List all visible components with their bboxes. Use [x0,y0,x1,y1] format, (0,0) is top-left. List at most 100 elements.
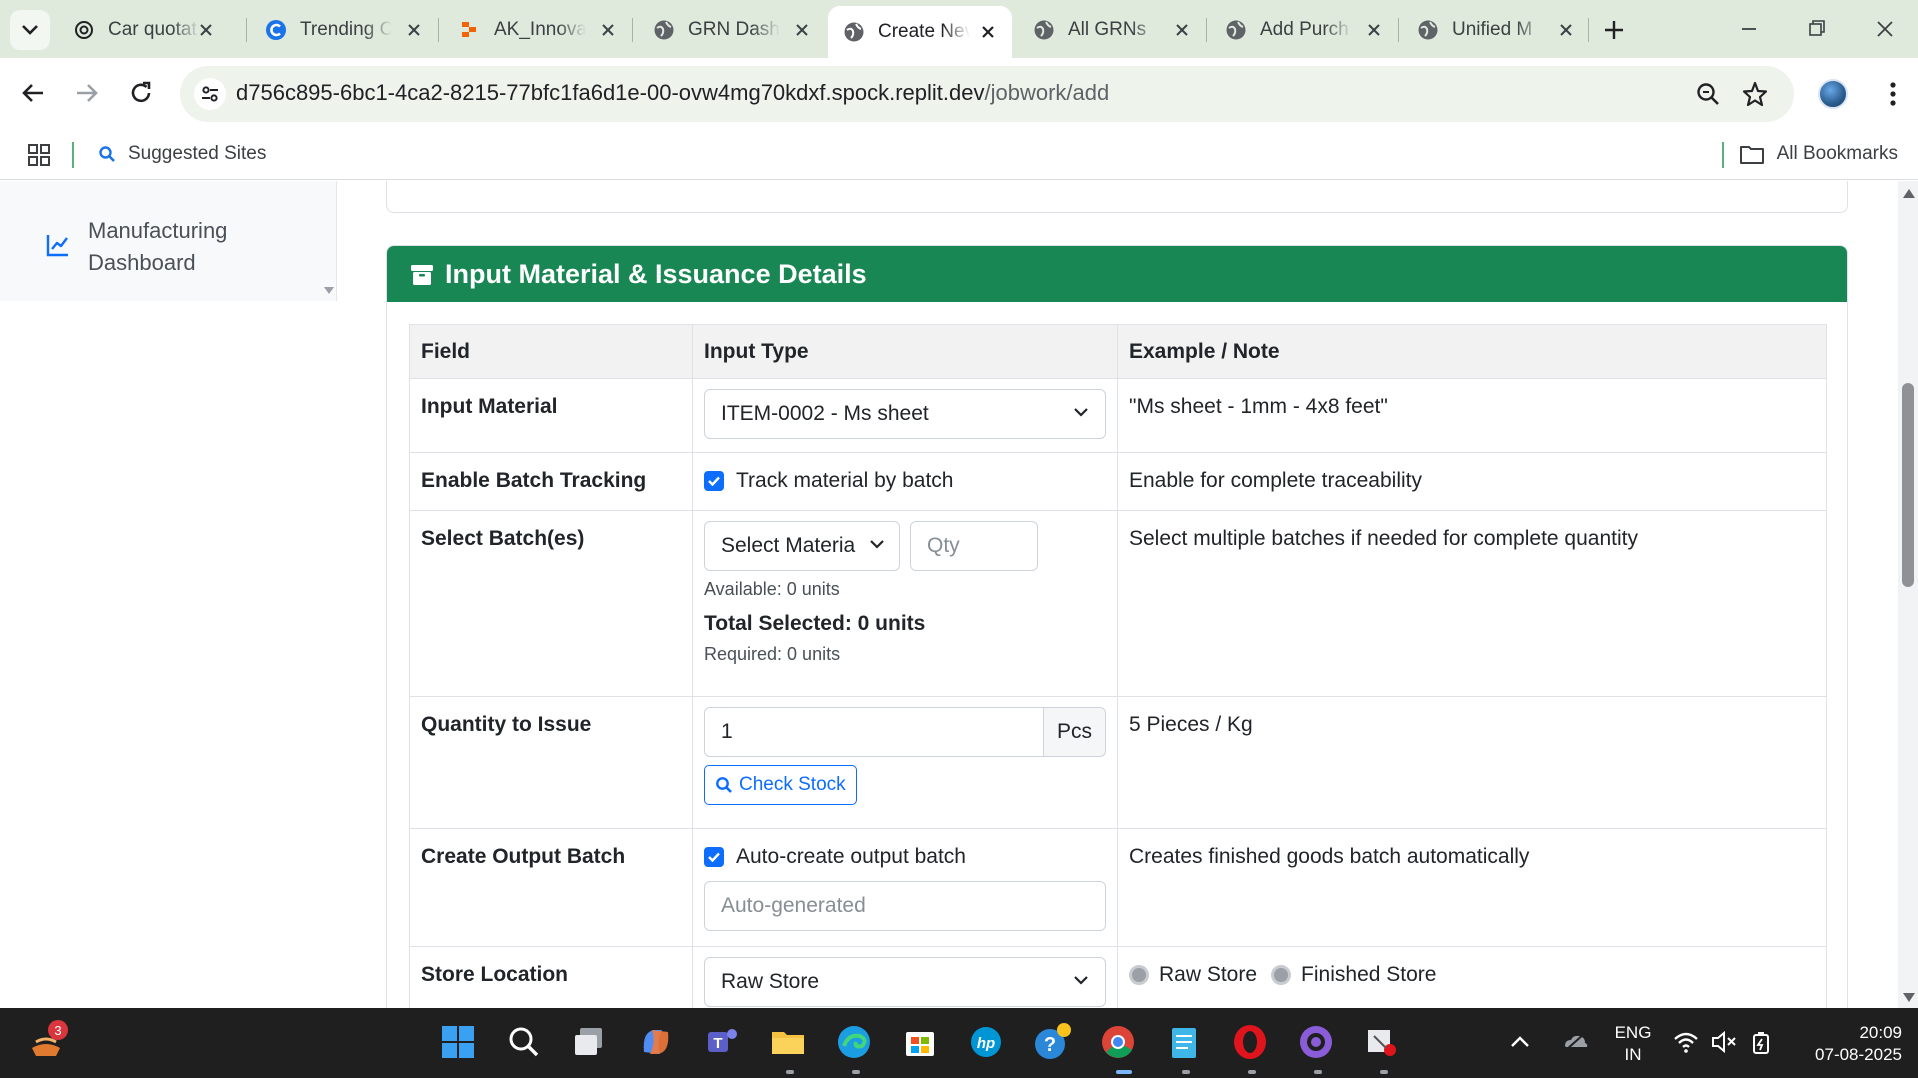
output-batch-checkbox[interactable] [704,847,724,867]
opera-icon[interactable] [1230,1022,1270,1062]
language-indicator[interactable]: ENG IN [1608,1022,1658,1066]
windows-start-icon[interactable] [438,1022,478,1062]
browser-tab[interactable]: GRN Dashb [640,8,826,52]
batch-material-select[interactable]: Select Materia [704,521,900,571]
quantity-input[interactable]: 1 [704,707,1044,757]
sidebar-item-manufacturing-dashboard[interactable]: Manufacturing Dashboard [46,215,268,279]
close-window-icon[interactable] [1870,14,1900,44]
close-icon[interactable] [978,22,998,42]
reload-icon[interactable] [124,76,158,110]
chevron-up-icon[interactable] [1506,1028,1534,1056]
table-row: Enable Batch Tracking Track material by … [409,452,1827,511]
field-note: Creates finished goods batch automatical… [1117,828,1827,947]
search-icon [99,146,115,162]
bookmark-star-icon[interactable] [1740,79,1770,109]
wifi-icon[interactable] [1672,1028,1700,1056]
notification-badge: 3 [48,1020,68,1040]
check-stock-button[interactable]: Check Stock [704,765,857,805]
browser-tab[interactable]: Car quotat [60,8,230,52]
url-path: /jobwork/add [984,80,1110,105]
chrome-icon[interactable] [1098,1022,1138,1062]
chevron-down-icon [22,25,38,35]
browser-toolbar: d756c895-6bc1-4ca2-8215-77bfc1fa6d1e-00-… [0,58,1918,130]
available-units-text: Available: 0 units [704,579,840,599]
minimize-icon[interactable] [1734,14,1764,44]
help-icon[interactable]: ? [1032,1022,1072,1062]
close-icon[interactable] [1364,20,1384,40]
close-icon[interactable] [1172,20,1192,40]
scroll-up-arrow-icon[interactable] [1903,189,1915,198]
checkbox-label: Track material by batch [736,469,954,492]
url-text[interactable]: d756c895-6bc1-4ca2-8215-77bfc1fa6d1e-00-… [236,80,1109,106]
teams-icon[interactable]: T [702,1022,742,1062]
apps-grid-icon[interactable] [26,142,52,168]
input-material-select[interactable]: ITEM-0002 - Ms sheet [704,389,1106,439]
restore-icon[interactable] [1802,14,1832,44]
page-scrollbar[interactable] [1898,181,1918,1008]
field-name: Create Output Batch [409,828,693,947]
search-icon[interactable] [504,1022,544,1062]
browser-tab[interactable]: Trending C [252,8,438,52]
folder-icon [1739,146,1764,164]
new-tab-plus-icon[interactable] [1598,14,1630,46]
tab-label: GRN Dashb [688,19,780,40]
zoom-icon[interactable] [1694,80,1722,108]
globe-icon [652,18,676,42]
browser-tab[interactable]: Unified M [1404,8,1590,52]
snipping-tool-icon[interactable] [1362,1022,1402,1062]
file-explorer-icon[interactable] [768,1022,808,1062]
forward-arrow-icon[interactable] [70,76,104,110]
profile-avatar[interactable] [1818,79,1848,109]
address-bar[interactable]: d756c895-6bc1-4ca2-8215-77bfc1fa6d1e-00-… [180,66,1794,122]
table-row: Input Material ITEM-0002 - Ms sheet "Ms … [409,378,1827,453]
batch-qty-input[interactable]: Qty [910,521,1038,571]
close-icon[interactable] [404,20,424,40]
table-row: Create Output Batch Auto-create output b… [409,828,1827,947]
batch-tracking-checkbox[interactable] [704,471,724,491]
back-arrow-icon[interactable] [16,76,50,110]
output-batch-checkbox-row[interactable]: Auto-create output batch [704,845,1106,869]
scroll-down-arrow-icon[interactable] [1903,993,1915,1002]
hp-icon[interactable]: hp [966,1022,1006,1062]
sidebar-scroll-arrow-icon[interactable] [324,287,334,294]
field-name: Store Location [409,946,693,1008]
globe-icon [1224,18,1248,42]
close-icon[interactable] [598,20,618,40]
more-menu-icon[interactable] [1878,78,1908,110]
total-selected-text: Total Selected: 0 units [704,612,926,635]
close-icon[interactable] [792,20,812,40]
clock[interactable]: 20:09 07-08-2025 [1786,1022,1902,1066]
close-icon[interactable] [196,20,216,40]
browser-tab[interactable]: AK_Innova [446,8,632,52]
checkmark-icon [708,852,720,863]
edge-browser-icon[interactable] [834,1022,874,1062]
browser-tab[interactable]: Add Purch [1212,8,1398,52]
ms-store-icon[interactable] [900,1022,940,1062]
onedrive-icon[interactable] [1560,1026,1590,1056]
browser-tab-active[interactable]: Create Nev [828,6,1012,58]
scrollbar-thumb[interactable] [1902,383,1914,587]
field-name: Select Batch(es) [409,510,693,697]
browser-tab[interactable]: All GRNs [1020,8,1206,52]
notepad-icon[interactable] [1164,1022,1204,1062]
site-info-icon[interactable] [194,78,226,110]
radio-finished-store[interactable] [1271,965,1292,985]
radio-label: Finished Store [1301,963,1437,986]
store-location-select[interactable]: Raw Store [704,957,1106,1007]
volume-muted-icon[interactable] [1710,1028,1738,1056]
task-view-icon[interactable] [570,1022,610,1062]
radio-raw-store[interactable] [1129,965,1149,985]
select-value: ITEM-0002 - Ms sheet [721,402,929,425]
chatgpt-icon [72,18,96,42]
battery-charging-icon[interactable] [1748,1028,1776,1056]
svg-text:T: T [713,1035,722,1052]
all-bookmarks-button[interactable]: All Bookmarks [1739,143,1898,165]
table-row: Store Location Raw Store Raw Store Finis… [409,946,1827,1008]
github-desktop-icon[interactable] [1296,1022,1336,1062]
tab-search-button[interactable] [10,10,50,50]
bookmark-suggested-sites[interactable]: Suggested Sites [98,143,266,165]
batch-tracking-checkbox-row[interactable]: Track material by batch [704,469,1106,493]
copilot-icon[interactable] [636,1022,676,1062]
close-icon[interactable] [1556,20,1576,40]
output-batch-input[interactable]: Auto-generated [704,881,1106,931]
